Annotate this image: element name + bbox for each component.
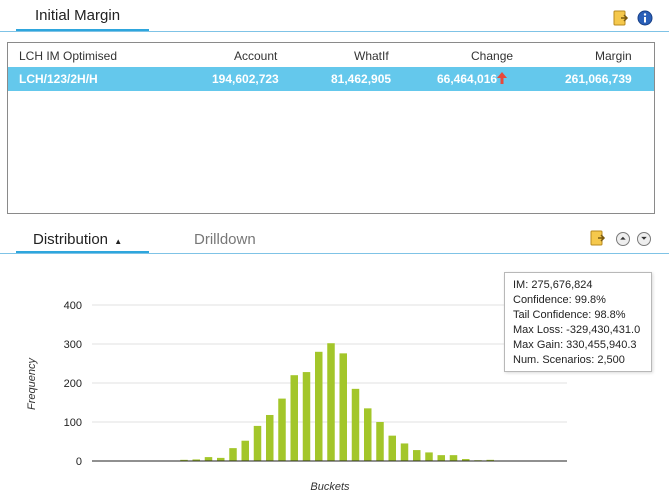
expand-down-icon[interactable]: ⏷: [637, 232, 651, 246]
y-tick-label: 300: [64, 339, 82, 351]
histogram-bar[interactable]: [376, 422, 384, 461]
histogram-bar[interactable]: [437, 455, 446, 461]
y-tick-label: 0: [76, 456, 82, 468]
collapse-up-icon[interactable]: ⏶: [616, 232, 630, 246]
histogram-bar[interactable]: [204, 457, 213, 461]
margin-table: LCH IM Optimised Account WhatIf Change M…: [7, 42, 655, 214]
up-arrow-icon: [496, 71, 508, 90]
column-header-name[interactable]: LCH IM Optimised: [19, 49, 117, 63]
header-divider: [0, 31, 669, 32]
histogram-bar[interactable]: [266, 414, 274, 461]
tooltip-tail-confidence: Tail Confidence: 98.8%: [513, 309, 626, 321]
column-header-margin[interactable]: Margin: [595, 49, 632, 63]
dropdown-triangle-icon[interactable]: ▲: [114, 237, 122, 246]
histogram-bar[interactable]: [241, 440, 250, 461]
tab-distribution[interactable]: Distribution ▲: [33, 231, 122, 248]
tooltip-max-loss: Max Loss: -329,430,431.0: [513, 324, 641, 336]
histogram-bar[interactable]: [413, 450, 421, 461]
stats-tooltip: IM: 275,676,824 Confidence: 99.8% Tail C…: [504, 272, 652, 372]
histogram-bar[interactable]: [253, 425, 262, 461]
cell-whatif: 81,462,905: [331, 72, 392, 86]
x-axis-label: Buckets: [310, 481, 350, 493]
histogram-bar[interactable]: [327, 343, 335, 461]
y-tick-label: 100: [64, 417, 82, 429]
histogram-bar[interactable]: [315, 351, 323, 461]
y-tick-label: 200: [64, 378, 82, 390]
y-tick-label: 400: [64, 300, 82, 312]
histogram-bar[interactable]: [388, 435, 397, 461]
tooltip-max-gain: Max Gain: 330,455,940.3: [513, 339, 637, 351]
histogram-bar[interactable]: [290, 375, 299, 461]
tooltip-scenarios: Num. Scenarios: 2,500: [513, 354, 625, 366]
y-axis-label: Frequency: [26, 357, 38, 410]
column-header-change[interactable]: Change: [471, 49, 513, 63]
tabs-divider: [0, 253, 669, 254]
export-icon[interactable]: [613, 10, 629, 26]
histogram-bar[interactable]: [229, 448, 237, 461]
table-row[interactable]: LCH/123/2H/H 194,602,723 81,462,905 66,4…: [8, 67, 654, 91]
histogram-bar[interactable]: [302, 372, 311, 461]
cell-name: LCH/123/2H/H: [19, 72, 98, 86]
column-header-whatif[interactable]: WhatIf: [354, 49, 389, 63]
info-icon[interactable]: [637, 10, 653, 26]
cell-account: 194,602,723: [212, 72, 279, 86]
histogram-bar[interactable]: [364, 408, 372, 461]
histogram-bar[interactable]: [278, 398, 286, 461]
tab-distribution-label: Distribution: [33, 231, 109, 248]
histogram-bar[interactable]: [351, 388, 360, 461]
tooltip-confidence: Confidence: 99.8%: [513, 294, 606, 306]
histogram-bar[interactable]: [449, 455, 458, 461]
column-header-account[interactable]: Account: [234, 49, 277, 63]
cell-change: 66,464,016: [437, 72, 498, 86]
histogram-bar[interactable]: [400, 443, 409, 461]
cell-margin: 261,066,739: [565, 72, 632, 86]
panel-title: Initial Margin: [35, 7, 121, 24]
tooltip-im: IM: 275,676,824: [513, 279, 593, 291]
export-icon[interactable]: [590, 230, 606, 246]
tab-drilldown[interactable]: Drilldown: [194, 231, 256, 248]
histogram-bar[interactable]: [425, 452, 433, 461]
histogram-bar[interactable]: [339, 353, 348, 461]
